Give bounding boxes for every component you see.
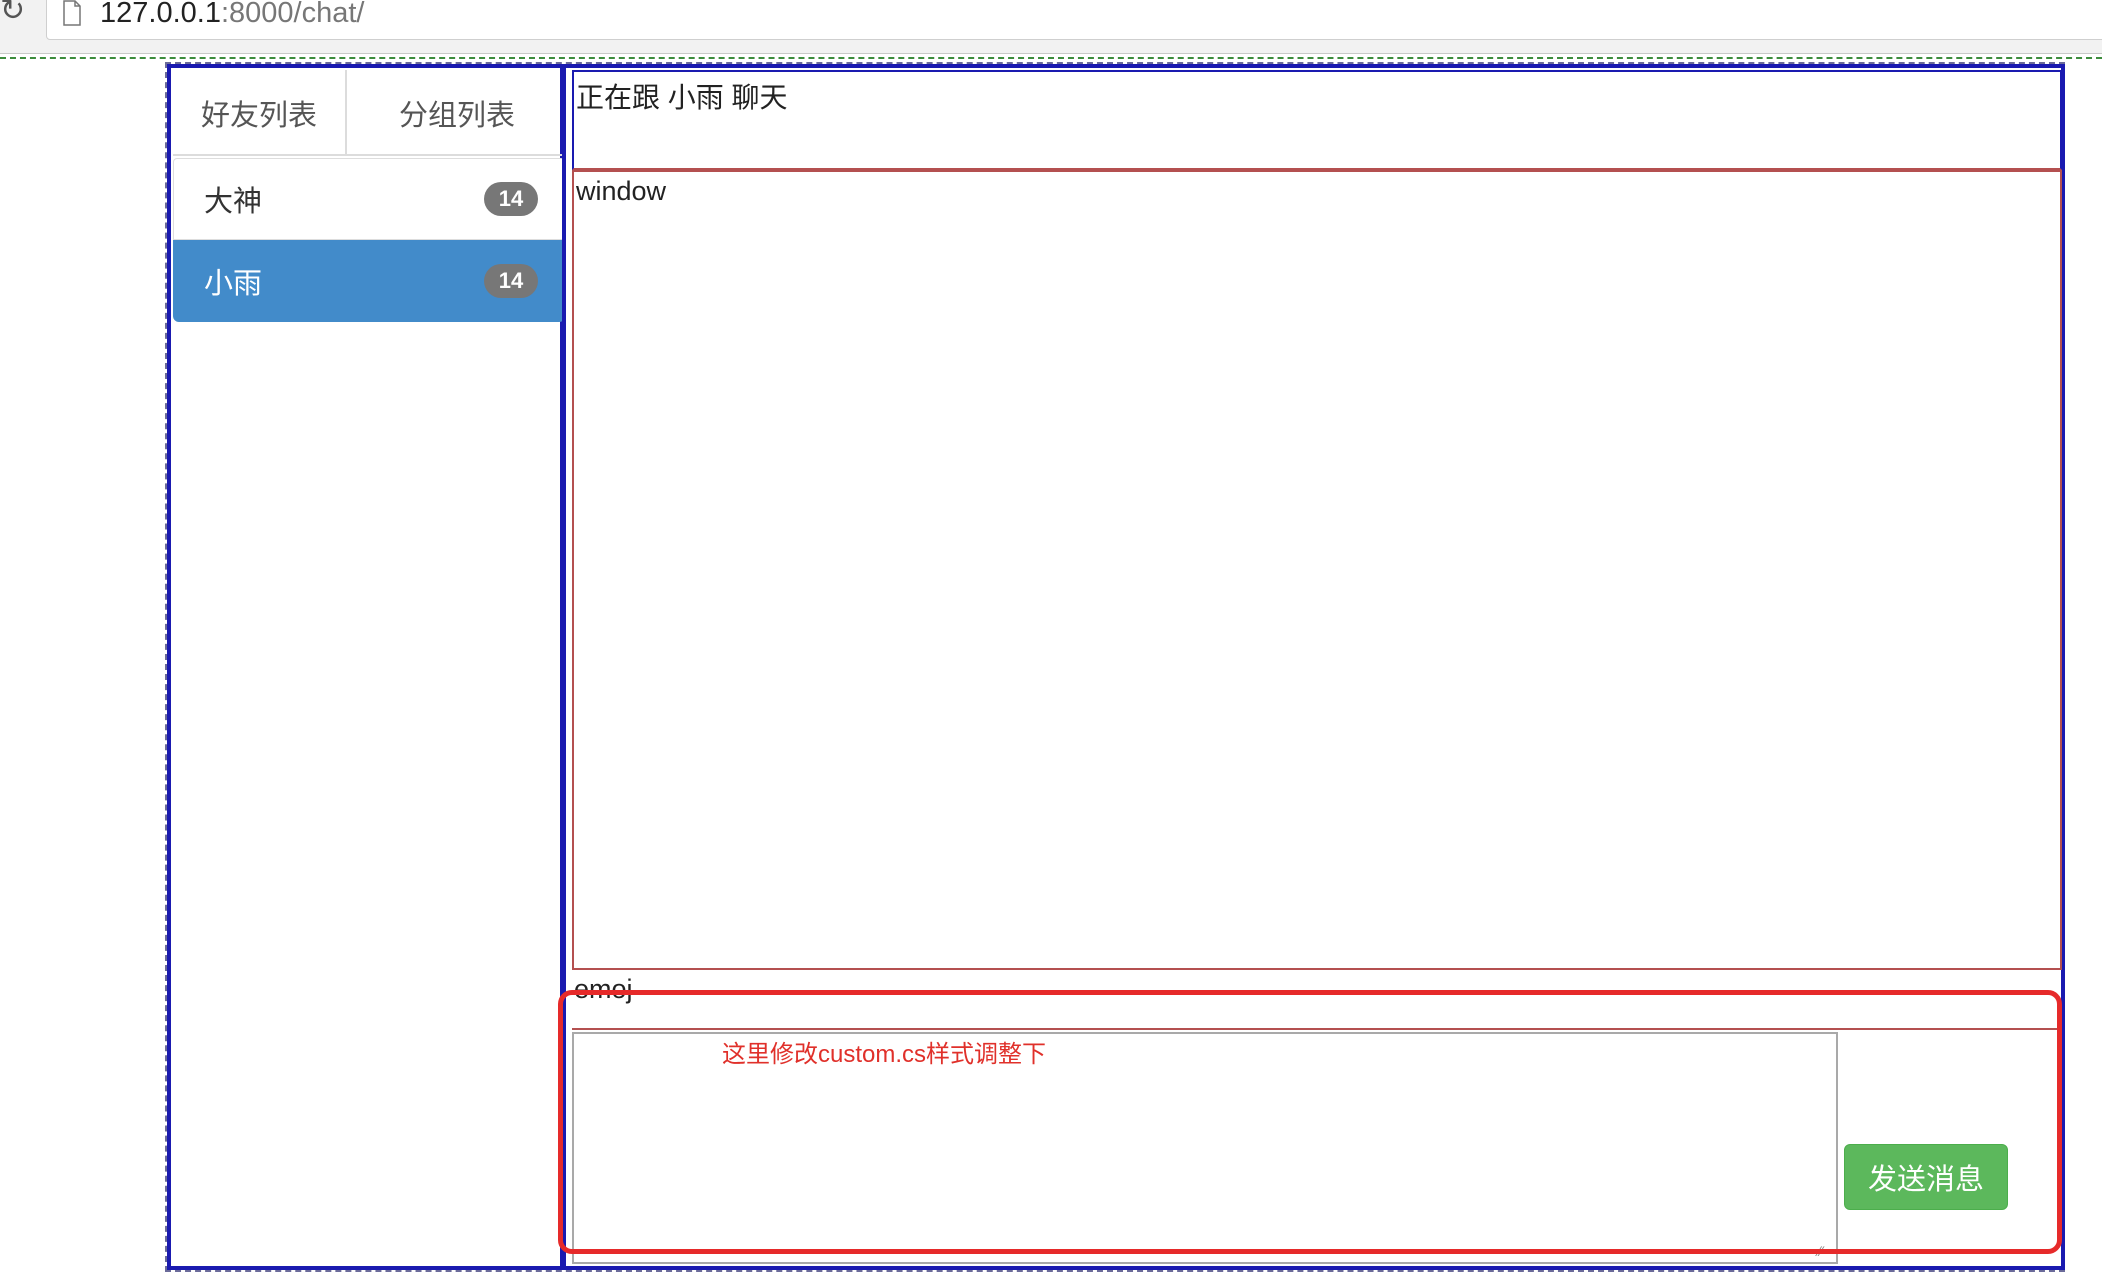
page-icon bbox=[63, 0, 81, 26]
unread-badge: 14 bbox=[484, 264, 538, 298]
browser-toolbar: ↻ 127.0.0.1:8000/chat/ bbox=[0, 0, 2102, 54]
emoji-label: emoj bbox=[574, 974, 633, 1004]
divider-line bbox=[0, 57, 2102, 59]
window-label: window bbox=[576, 176, 667, 206]
message-window[interactable]: window bbox=[572, 170, 2062, 970]
chat-header: 正在跟 小雨 聊天 bbox=[572, 70, 2062, 170]
friend-name: 小雨 bbox=[204, 268, 263, 300]
reload-icon[interactable]: ↻ bbox=[0, 0, 30, 32]
url-path: :8000/chat/ bbox=[220, 0, 365, 29]
friends-panel: 好友列表 分组列表 大神 14 小雨 14 bbox=[167, 64, 565, 1270]
annotation-note: 这里修改custom.cs样式调整下 bbox=[722, 1041, 1047, 1068]
tab-group-list[interactable]: 分组列表 bbox=[349, 70, 565, 156]
sidebar-tabs: 好友列表 分组列表 bbox=[173, 70, 565, 156]
send-message-button[interactable]: 发送消息 bbox=[1844, 1144, 2008, 1210]
chat-panel: 正在跟 小雨 聊天 window emoj ∕∕ bbox=[562, 64, 2065, 1270]
chat-title: 正在跟 小雨 聊天 bbox=[576, 82, 788, 113]
unread-badge: 14 bbox=[484, 182, 538, 216]
friend-name: 大神 bbox=[204, 186, 263, 218]
friend-item-dashen[interactable]: 大神 14 bbox=[173, 158, 565, 240]
tab-friend-list[interactable]: 好友列表 bbox=[173, 70, 347, 156]
friend-list: 大神 14 小雨 14 bbox=[173, 158, 565, 322]
friend-item-xiaoyu[interactable]: 小雨 14 bbox=[173, 240, 565, 322]
resize-handle-icon[interactable]: ∕∕ bbox=[1818, 1244, 1834, 1260]
emoji-bar[interactable]: emoj bbox=[572, 970, 2062, 1030]
url-text[interactable]: 127.0.0.1:8000/chat/ bbox=[100, 0, 364, 30]
url-host: 127.0.0.1 bbox=[100, 0, 221, 29]
